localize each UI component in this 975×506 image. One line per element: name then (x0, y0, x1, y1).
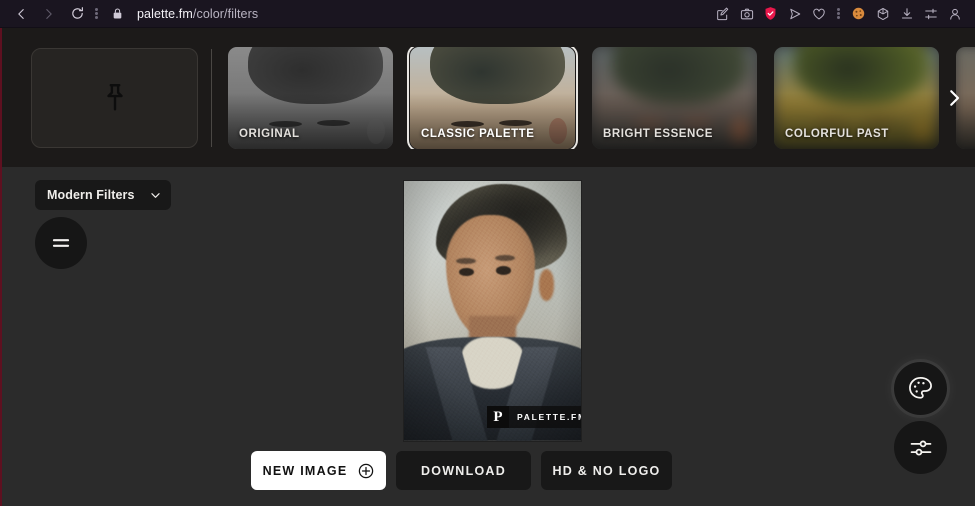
url-path: /color/filters (192, 6, 259, 21)
shield-check-button[interactable] (760, 3, 781, 25)
filter-thumb-label: BRIGHT ESSENCE (603, 127, 713, 140)
app-page: ORIGINAL CLASSIC PALETTE BRIGHT ESSENCE … (0, 28, 975, 506)
hd-no-logo-button[interactable]: HD & NO LOGO (541, 451, 672, 490)
hd-no-logo-label: HD & NO LOGO (552, 463, 661, 478)
url-host: palette.fm (137, 6, 193, 21)
filter-thumb-bright-essence[interactable]: BRIGHT ESSENCE (592, 46, 757, 149)
site-security-button[interactable] (105, 2, 129, 26)
favorite-button[interactable] (808, 3, 829, 25)
reload-icon (71, 7, 83, 19)
screenshot-camera-icon (740, 8, 753, 19)
heart-icon (812, 8, 825, 19)
filter-thumb-label: ORIGINAL (239, 127, 300, 140)
adjustments-button[interactable] (894, 421, 947, 474)
image-preview[interactable]: P PALETTE.FM (404, 181, 581, 441)
strip-divider (211, 48, 212, 147)
preview-brow-left (456, 257, 476, 264)
new-image-button[interactable]: NEW IMAGE (251, 451, 386, 490)
forward-button[interactable] (36, 2, 62, 26)
action-buttons: NEW IMAGE DOWNLOAD HD & NO LOGO (251, 451, 672, 490)
browser-settings-button[interactable] (920, 3, 941, 25)
filter-thumb-colorful-past[interactable]: COLORFUL PAST (774, 46, 939, 149)
adjust-sliders-icon (910, 439, 931, 456)
filters-dropdown-label: Modern Filters (47, 188, 135, 202)
chevron-down-icon (150, 192, 160, 198)
watermark: P PALETTE.FM (487, 406, 581, 428)
profile-button[interactable] (944, 3, 965, 25)
watermark-logo: P (487, 406, 509, 428)
back-button[interactable] (8, 2, 34, 26)
chevron-left-icon (18, 8, 24, 19)
chrome-separator-dots-2 (837, 12, 840, 15)
filter-thumb-label: CLASSIC PALETTE (421, 127, 535, 140)
chrome-separator-dots (95, 12, 98, 15)
menu-button[interactable] (35, 217, 87, 269)
editor-area: Modern Filters P PALETTE.FM NEW IMAGE DO… (2, 167, 975, 506)
filter-thumb-classic-palette[interactable]: CLASSIC PALETTE (407, 46, 578, 149)
filters-category-dropdown[interactable]: Modern Filters (35, 180, 171, 210)
filter-thumb-original[interactable]: ORIGINAL (228, 46, 393, 149)
annotate-button[interactable] (712, 3, 733, 25)
cube-3d-icon (877, 7, 888, 20)
download-label: DOWNLOAD (421, 463, 506, 478)
sliders-settings-icon (924, 8, 937, 19)
lock-icon (113, 8, 121, 19)
browser-toolbar: palette.fm/color/filters (0, 0, 975, 28)
cube-extension-button[interactable] (872, 3, 893, 25)
download-icon (901, 7, 912, 19)
annotate-icon (716, 7, 728, 20)
filter-thumb-label: COLORFUL PAST (785, 127, 889, 140)
plus-circle-icon (359, 463, 374, 478)
send-button[interactable] (784, 3, 805, 25)
profile-person-icon (949, 8, 960, 20)
filter-strip: ORIGINAL CLASSIC PALETTE BRIGHT ESSENCE … (2, 28, 975, 167)
cookie-icon (852, 7, 865, 20)
palette-button[interactable] (894, 362, 947, 415)
browser-nav-buttons (8, 2, 90, 26)
watermark-text: PALETTE.FM (509, 406, 581, 428)
preview-eye-right (496, 266, 512, 275)
palette-icon (909, 377, 932, 399)
shield-check-icon (765, 7, 776, 20)
reload-button[interactable] (64, 2, 90, 26)
filter-strip-next-button[interactable] (939, 28, 969, 167)
browser-toolbar-icons (712, 3, 965, 25)
url-bar[interactable]: palette.fm/color/filters (137, 7, 258, 21)
filter-thumbnails: ORIGINAL CLASSIC PALETTE BRIGHT ESSENCE … (228, 46, 975, 149)
downloads-button[interactable] (896, 3, 917, 25)
chevron-right-icon (46, 8, 52, 19)
menu-equals-icon (52, 239, 70, 247)
new-image-label: NEW IMAGE (262, 463, 348, 478)
pin-card[interactable] (31, 47, 198, 148)
preview-ear (538, 269, 555, 301)
download-button[interactable]: DOWNLOAD (396, 451, 531, 490)
pin-icon (106, 83, 123, 111)
send-paper-plane-icon (789, 8, 800, 19)
screenshot-button[interactable] (736, 3, 757, 25)
chevron-right-icon (950, 89, 960, 106)
cookie-extension-button[interactable] (848, 3, 869, 25)
